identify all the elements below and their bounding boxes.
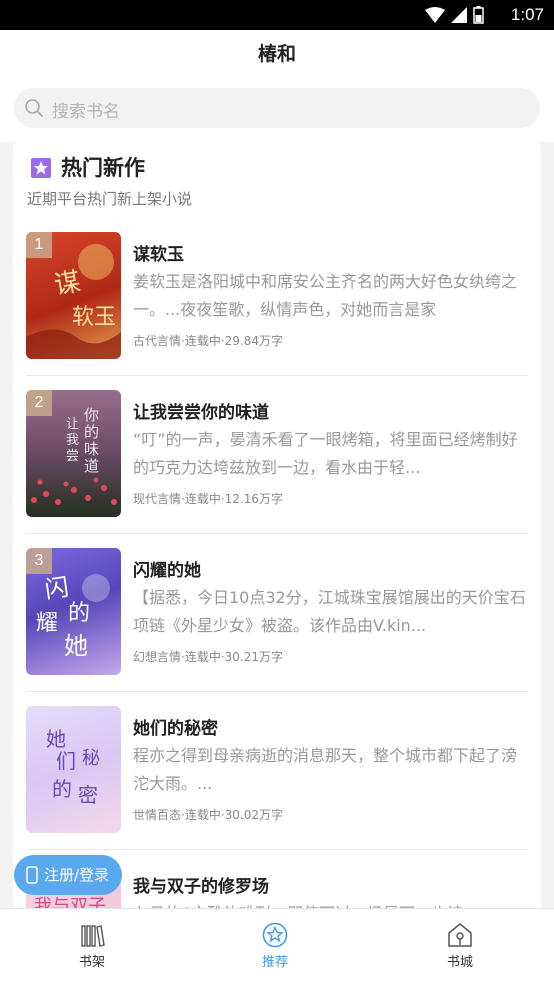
page-title: 椿和 — [0, 30, 554, 78]
hot-new-section: 热门新作 近期平台热门新上架小说 谋 软玉 1 谋软玉 姜软玉是洛阳城中和席安公… — [13, 142, 541, 942]
rank-badge: 1 — [26, 232, 52, 258]
cover-art: 她 们 秘 的 密 — [46, 727, 100, 807]
svg-text:的: 的 — [68, 601, 90, 626]
book-item[interactable]: 闪 耀 的 她 3 闪耀的她 【据悉，今日10点32分，江城珠宝展馆展出的天价宝… — [26, 548, 528, 706]
tab-bookshelf[interactable]: 书架 — [52, 909, 132, 986]
tab-label: 推荐 — [261, 955, 288, 970]
svg-text:让: 让 — [66, 417, 79, 432]
book-cover[interactable]: 谋 软玉 1 — [26, 232, 121, 359]
status-icons — [425, 6, 484, 24]
svg-text:软玉: 软玉 — [72, 305, 116, 330]
search-area: 搜索书名 — [0, 78, 554, 142]
battery-icon — [473, 6, 484, 24]
book-title: 她们的秘密 — [133, 719, 218, 739]
book-item[interactable]: 谋 软玉 1 谋软玉 姜软玉是洛阳城中和席安公主齐名的两大好色女纨绔之一。...… — [26, 232, 528, 390]
book-cover[interactable]: 你 的 味 道 让 我 尝 2 — [26, 390, 121, 517]
phone-icon — [26, 866, 38, 884]
section-title: 热门新作 — [61, 156, 145, 180]
tab-bookstore[interactable]: 书城 — [420, 909, 500, 986]
svg-text:闪: 闪 — [43, 573, 71, 604]
book-title: 让我尝尝你的味道 — [133, 403, 269, 423]
svg-text:谋: 谋 — [52, 267, 83, 301]
signal-icon — [451, 7, 467, 23]
svg-text:秘: 秘 — [82, 748, 100, 769]
login-register-button[interactable]: 注册/登录 — [14, 855, 122, 895]
bookshelf-icon — [81, 925, 105, 947]
tab-recommend[interactable]: 推荐 — [235, 909, 315, 986]
svg-text:密: 密 — [78, 783, 98, 807]
star-badge-icon — [31, 158, 51, 178]
svg-text:味: 味 — [84, 440, 99, 458]
divider — [26, 375, 528, 376]
book-meta: 世情百态·连载中·30.02万字 — [133, 808, 283, 822]
tab-label: 书城 — [446, 955, 473, 970]
book-meta: 古代言情·连载中·29.84万字 — [133, 334, 283, 348]
book-cover[interactable]: 闪 耀 的 她 3 — [26, 548, 121, 675]
svg-text:我: 我 — [66, 433, 79, 448]
book-cover[interactable]: 她 们 秘 的 密 — [26, 706, 121, 833]
divider — [26, 533, 528, 534]
rank-badge: 3 — [26, 548, 52, 574]
book-description: 程亦之得到母亲病逝的消息那天，整个城市都下起了滂沱大雨。... — [133, 746, 518, 793]
book-item[interactable]: 你 的 味 道 让 我 尝 2 让我尝尝你的味道 “叮”的一声，晏清禾看了一眼烤… — [26, 390, 528, 548]
bookstore-icon — [448, 923, 472, 947]
search-input[interactable]: 搜索书名 — [14, 88, 540, 128]
status-bar: 1:07 — [0, 0, 554, 30]
book-title: 谋软玉 — [133, 245, 184, 265]
svg-text:她: 她 — [64, 632, 88, 660]
svg-text:尝: 尝 — [66, 449, 79, 464]
book-description: 姜软玉是洛阳城中和席安公主齐名的两大好色女纨绔之一。...夜夜笙歌，纵情声色，对… — [133, 272, 518, 319]
search-icon — [25, 99, 43, 117]
svg-text:她: 她 — [46, 727, 66, 751]
bottom-tab-bar: 书架 推荐 书城 — [0, 908, 554, 986]
recommend-icon — [262, 922, 288, 948]
svg-text:的: 的 — [52, 777, 72, 801]
wifi-icon — [425, 7, 445, 23]
book-description: 【据悉，今日10点32分，江城珠宝展馆展出的天价宝石项链《外星少女》被盗。该作品… — [133, 588, 526, 635]
book-item[interactable]: 她 们 秘 的 密 她们的秘密 程亦之得到母亲病逝的消息那天，整个城市都下起了滂… — [26, 706, 528, 864]
svg-text:们: 们 — [56, 749, 76, 773]
divider — [26, 849, 528, 850]
search-placeholder: 搜索书名 — [52, 102, 120, 122]
book-meta: 幻想言情·连载中·30.21万字 — [133, 650, 283, 664]
tab-label: 书架 — [78, 955, 105, 970]
book-description: “叮”的一声，晏清禾看了一眼烤箱，将里面已经烤制好的巧克力达垮兹放到一边，看水由… — [133, 430, 518, 477]
book-meta: 现代言情·连载中·12.16万字 — [133, 492, 283, 506]
svg-text:的: 的 — [84, 423, 99, 441]
rank-badge: 2 — [26, 390, 52, 416]
svg-text:耀: 耀 — [36, 611, 58, 636]
book-title: 闪耀的她 — [133, 561, 201, 581]
svg-text:你: 你 — [84, 406, 99, 424]
section-subtitle: 近期平台热门新上架小说 — [27, 190, 193, 208]
svg-text:道: 道 — [84, 457, 99, 475]
login-button-label: 注册/登录 — [44, 866, 110, 884]
book-title: 我与双子的修罗场 — [133, 877, 269, 897]
status-time: 1:07 — [510, 5, 544, 24]
divider — [26, 691, 528, 692]
